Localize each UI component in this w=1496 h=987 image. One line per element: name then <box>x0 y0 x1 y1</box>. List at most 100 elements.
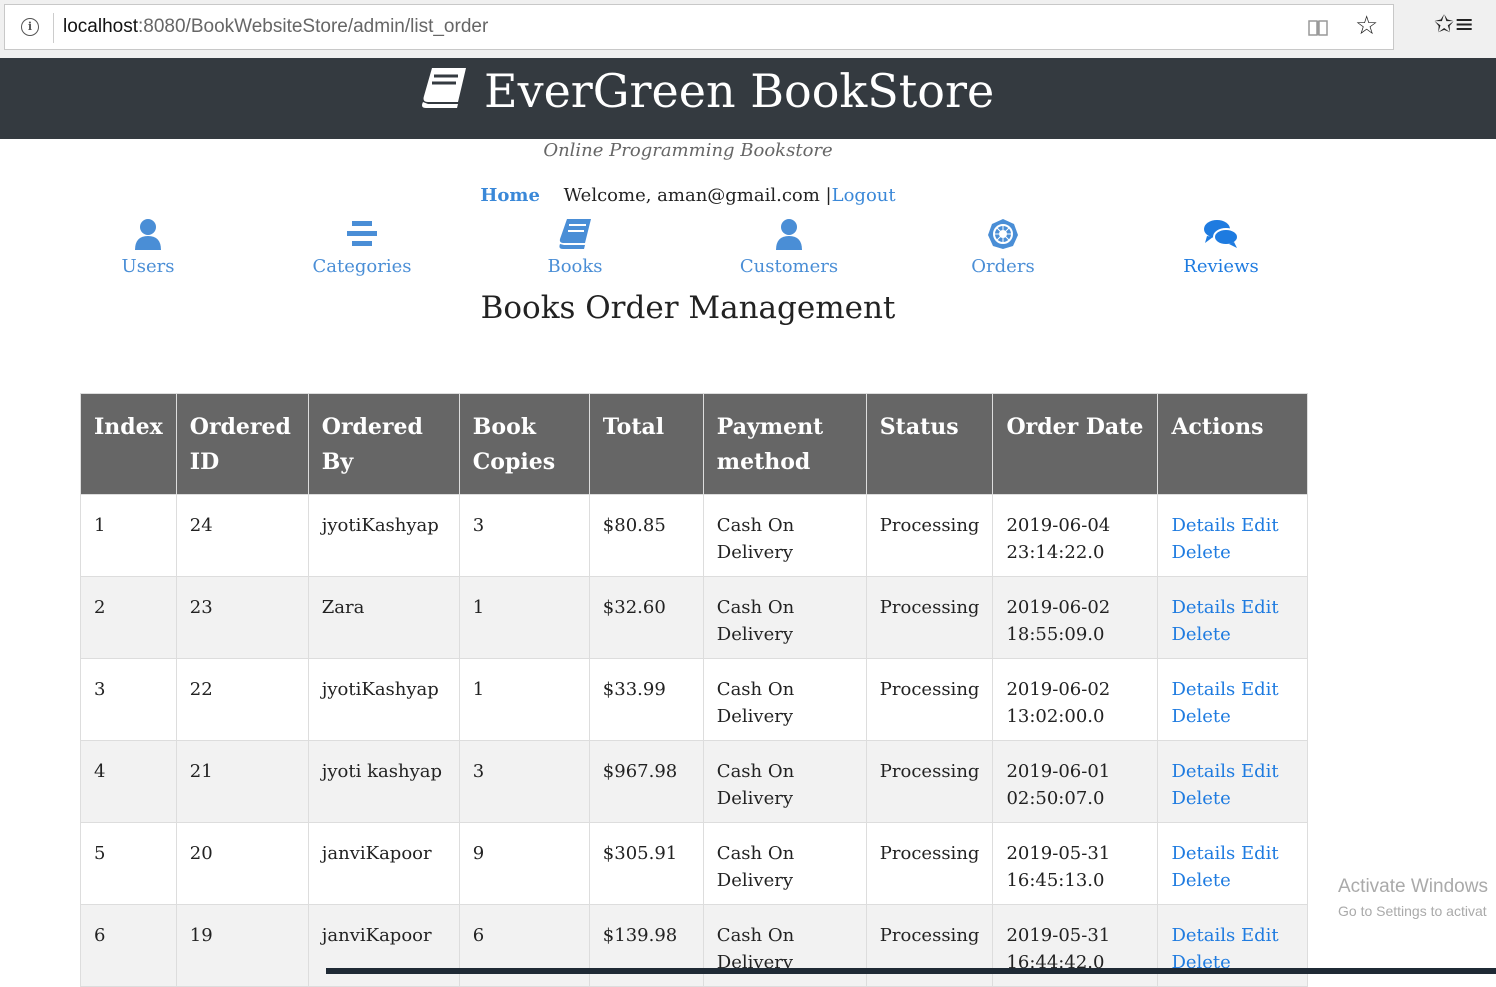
col-status: Status <box>865 393 994 495</box>
menu-label-categories: Categories <box>312 256 412 277</box>
menu-label-orders: Orders <box>971 256 1035 277</box>
activation-watermark-title: Activate Windows <box>1338 876 1488 897</box>
cell-date: 2019-05-31 16:44:42.0 <box>992 904 1159 987</box>
cell-ordered-by: Zara <box>307 576 460 659</box>
menu-customers[interactable]: Customers <box>709 218 869 277</box>
cell-ordered-by: janviKapoor <box>307 904 460 987</box>
user-bar: Home Welcome, aman@gmail.com |Logout <box>0 185 1376 206</box>
edit-link[interactable]: Edit <box>1241 679 1279 700</box>
cell-index: 3 <box>80 658 177 741</box>
cell-ordered-by: jyotiKashyap <box>307 494 460 577</box>
book-icon <box>422 68 466 108</box>
info-icon[interactable]: i <box>21 18 39 36</box>
details-link[interactable]: Details <box>1171 761 1235 782</box>
cell-actions: Details Edit Delete <box>1157 658 1309 741</box>
cell-order-id: 21 <box>175 740 309 823</box>
edit-link[interactable]: Edit <box>1241 597 1279 618</box>
brand-title[interactable]: EverGreen BookStore <box>484 64 994 118</box>
cell-payment: Cash On Delivery <box>702 576 867 659</box>
cell-order-id: 19 <box>175 904 309 987</box>
menu-categories[interactable]: Categories <box>282 218 442 277</box>
cell-status: Processing <box>865 822 994 905</box>
table-row: 2 23 Zara 1 $32.60 Cash On Delivery Proc… <box>80 576 1309 659</box>
cell-payment: Cash On Delivery <box>702 822 867 905</box>
tagline: Online Programming Bookstore <box>543 140 833 161</box>
cell-index: 6 <box>80 904 177 987</box>
cell-date: 2019-06-02 18:55:09.0 <box>992 576 1159 659</box>
cell-total: $32.60 <box>588 576 704 659</box>
star-icon[interactable]: ☆ <box>1355 11 1378 41</box>
delete-link[interactable]: Delete <box>1171 788 1230 809</box>
gear-badge-icon <box>988 219 1018 249</box>
cell-status: Processing <box>865 904 994 987</box>
cell-copies: 9 <box>458 822 590 905</box>
cell-total: $80.85 <box>588 494 704 577</box>
url-text[interactable]: localhost:8080/BookWebsiteStore/admin/li… <box>63 16 488 38</box>
col-actions: Actions <box>1157 393 1309 495</box>
delete-link[interactable]: Delete <box>1171 542 1230 563</box>
menu-reviews[interactable]: Reviews <box>1141 218 1301 277</box>
menu-books[interactable]: Books <box>495 218 655 277</box>
delete-link[interactable]: Delete <box>1171 870 1230 891</box>
orders-table: Index Ordered ID Ordered By Book Copies … <box>80 393 1309 987</box>
user-icon <box>135 219 161 250</box>
cell-total: $139.98 <box>588 904 704 987</box>
cell-order-id: 23 <box>175 576 309 659</box>
cell-actions: Details Edit Delete <box>1157 740 1309 823</box>
table-row: 1 24 jyotiKashyap 3 $80.85 Cash On Deliv… <box>80 494 1309 577</box>
home-link[interactable]: Home <box>480 185 540 206</box>
menu-orders[interactable]: Orders <box>923 218 1083 277</box>
table-row: 5 20 janviKapoor 9 $305.91 Cash On Deliv… <box>80 822 1309 905</box>
details-link[interactable]: Details <box>1171 843 1235 864</box>
cell-actions: Details Edit Delete <box>1157 494 1309 577</box>
details-link[interactable]: Details <box>1171 515 1235 536</box>
cell-total: $967.98 <box>588 740 704 823</box>
cell-actions: Details Edit Delete <box>1157 904 1309 987</box>
cell-copies: 3 <box>458 740 590 823</box>
cell-copies: 1 <box>458 658 590 741</box>
logout-link[interactable]: Logout <box>832 185 896 206</box>
cell-actions: Details Edit Delete <box>1157 576 1309 659</box>
activation-watermark-subtitle: Go to Settings to activat <box>1338 903 1487 919</box>
cell-copies: 3 <box>458 494 590 577</box>
cell-order-id: 24 <box>175 494 309 577</box>
menu-label-books: Books <box>547 256 603 277</box>
cell-actions: Details Edit Delete <box>1157 822 1309 905</box>
edit-link[interactable]: Edit <box>1241 925 1279 946</box>
table-row: 3 22 jyotiKashyap 1 $33.99 Cash On Deliv… <box>80 658 1309 741</box>
taskbar-edge <box>326 968 1496 974</box>
table-row: 6 19 janviKapoor 6 $139.98 Cash On Deliv… <box>80 904 1309 987</box>
details-link[interactable]: Details <box>1171 679 1235 700</box>
col-ordered-id: Ordered ID <box>175 393 309 495</box>
reading-view-icon[interactable] <box>1307 19 1329 37</box>
address-bar[interactable]: i localhost:8080/BookWebsiteStore/admin/… <box>4 4 1394 50</box>
col-book-copies: Book Copies <box>458 393 590 495</box>
menu-users[interactable]: Users <box>68 218 228 277</box>
edit-link[interactable]: Edit <box>1241 843 1279 864</box>
menu-label-users: Users <box>121 256 175 277</box>
delete-link[interactable]: Delete <box>1171 624 1230 645</box>
edit-link[interactable]: Edit <box>1241 761 1279 782</box>
divider <box>53 13 54 43</box>
user-icon <box>776 219 802 250</box>
cell-status: Processing <box>865 658 994 741</box>
cell-date: 2019-06-01 02:50:07.0 <box>992 740 1159 823</box>
welcome-text: Welcome, aman@gmail.com | <box>563 185 832 206</box>
favorites-icon[interactable]: ✩≡ <box>1434 10 1474 38</box>
details-link[interactable]: Details <box>1171 925 1235 946</box>
col-ordered-by: Ordered By <box>307 393 460 495</box>
url-host: localhost <box>63 16 138 37</box>
book-icon <box>559 219 591 249</box>
cell-total: $305.91 <box>588 822 704 905</box>
cell-ordered-by: janviKapoor <box>307 822 460 905</box>
cell-copies: 1 <box>458 576 590 659</box>
bars-icon <box>347 221 377 246</box>
col-index: Index <box>80 393 177 495</box>
delete-link[interactable]: Delete <box>1171 706 1230 727</box>
details-link[interactable]: Details <box>1171 597 1235 618</box>
cell-payment: Cash On Delivery <box>702 658 867 741</box>
edit-link[interactable]: Edit <box>1241 515 1279 536</box>
cell-status: Processing <box>865 576 994 659</box>
table-header-row: Index Ordered ID Ordered By Book Copies … <box>80 393 1309 495</box>
cell-status: Processing <box>865 740 994 823</box>
